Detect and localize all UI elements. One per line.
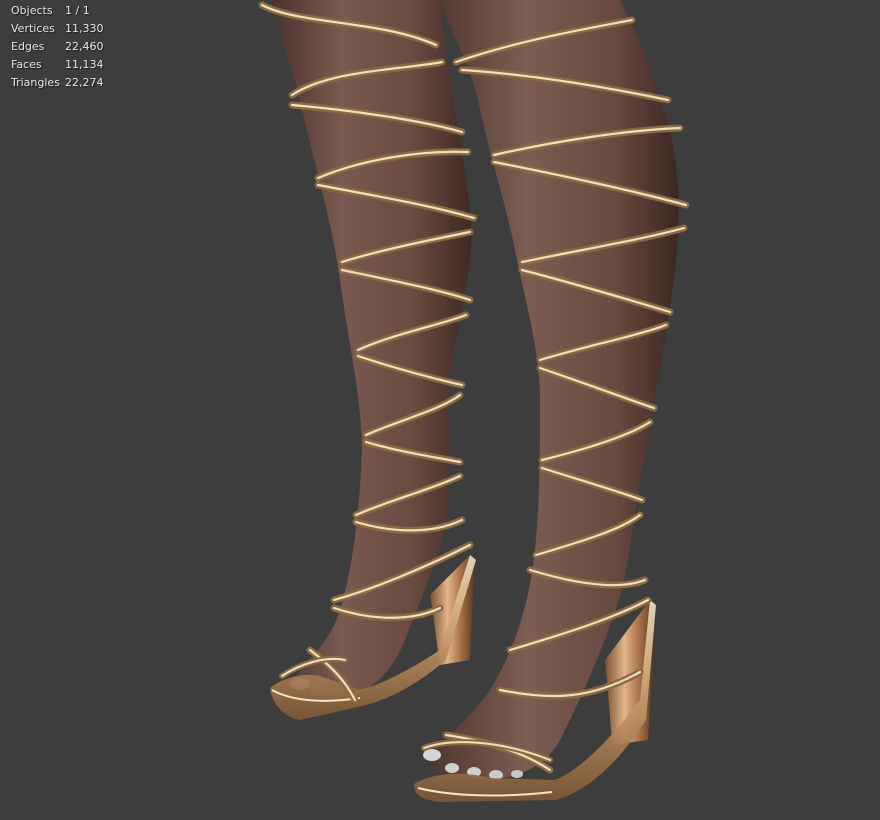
- 3d-viewport[interactable]: Objects 1 / 1 Vertices 11,330 Edges 22,4…: [0, 0, 880, 820]
- stat-label: Faces: [11, 58, 42, 71]
- stat-label: Objects: [11, 4, 53, 17]
- stat-row-vertices: Vertices 11,330: [11, 20, 104, 38]
- stat-value: 11,330: [65, 22, 104, 35]
- stat-row-edges: Edges 22,460: [11, 38, 104, 56]
- stat-row-objects: Objects 1 / 1: [11, 2, 104, 20]
- stat-value: 11,134: [65, 58, 104, 71]
- stat-label: Triangles: [11, 76, 60, 89]
- stat-label: Vertices: [11, 22, 55, 35]
- stat-row-triangles: Triangles 22,274: [11, 74, 104, 92]
- stat-row-faces: Faces 11,134: [11, 56, 104, 74]
- stat-label: Edges: [11, 40, 45, 53]
- stat-value: 22,274: [65, 76, 104, 89]
- statistics-overlay: Objects 1 / 1 Vertices 11,330 Edges 22,4…: [11, 2, 104, 92]
- rendered-model[interactable]: [0, 0, 880, 820]
- stat-value: 22,460: [65, 40, 104, 53]
- stat-value: 1 / 1: [65, 4, 90, 17]
